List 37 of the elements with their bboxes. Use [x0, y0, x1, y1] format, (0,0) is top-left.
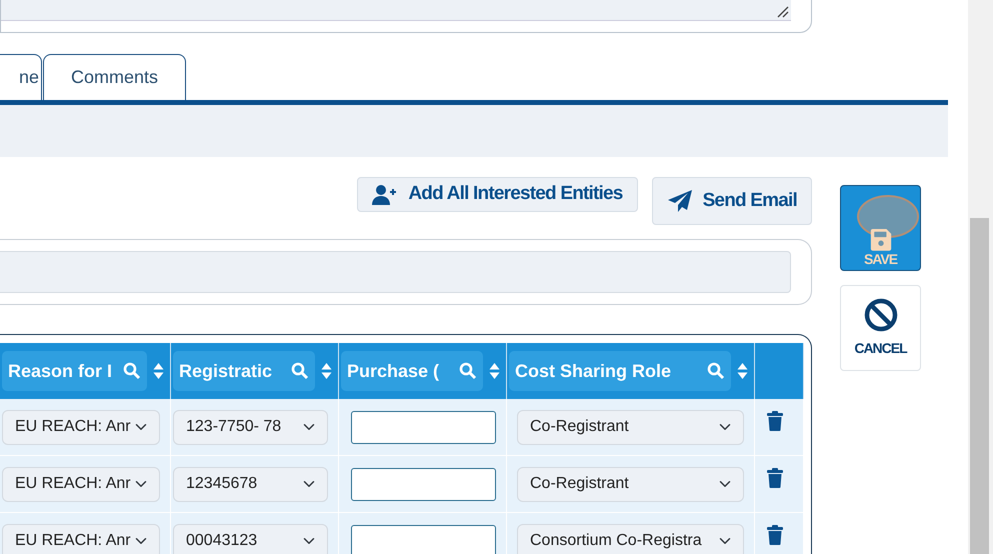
resize-grip-icon[interactable] [777, 6, 789, 18]
dropdown[interactable]: EU REACH: Anr [2, 524, 160, 554]
column-title: Cost Sharing Role [515, 360, 672, 383]
dropdown[interactable]: Co-Registrant [517, 410, 744, 444]
sort-icon[interactable] [737, 362, 748, 380]
dropdown[interactable]: Co-Registrant [517, 466, 744, 502]
trash-icon[interactable] [767, 411, 783, 431]
dropdown[interactable]: Consortium Co-Registra [517, 524, 744, 554]
search-icon[interactable] [459, 362, 477, 380]
dropdown[interactable]: 12345678 [173, 466, 328, 502]
action-button[interactable]: Add All Interested Entities [357, 177, 638, 212]
trash-icon[interactable] [767, 525, 783, 545]
input-field[interactable] [351, 468, 496, 500]
cancel-icon [864, 298, 898, 332]
sort-icon[interactable] [321, 362, 332, 380]
tab[interactable]: Comments [43, 54, 186, 100]
trash-icon[interactable] [767, 468, 783, 488]
input-field[interactable] [351, 410, 496, 444]
column-title: Registratic [179, 360, 272, 383]
dropdown[interactable]: 00043123 [173, 524, 328, 554]
search-icon[interactable] [291, 362, 309, 380]
search-icon[interactable] [123, 362, 141, 380]
tab[interactable]: ne [0, 54, 42, 100]
send-icon [666, 189, 693, 213]
sort-icon[interactable] [489, 362, 500, 380]
action-button[interactable]: Send Email [652, 177, 812, 225]
dropdown[interactable]: EU REACH: Anr [2, 466, 160, 502]
person-add-icon [372, 184, 398, 206]
sort-icon[interactable] [153, 362, 164, 380]
cancel-button[interactable]: CANCEL [840, 285, 921, 371]
dropdown[interactable]: 123-7750- 78 [173, 410, 328, 444]
scrollbar-thumb[interactable] [970, 218, 989, 554]
column-title: Reason for I [8, 360, 112, 382]
column-title: Purchase ( [347, 360, 440, 383]
input-field[interactable] [351, 524, 496, 554]
dropdown[interactable]: EU REACH: Anr [2, 410, 160, 444]
search-icon[interactable] [707, 362, 725, 380]
